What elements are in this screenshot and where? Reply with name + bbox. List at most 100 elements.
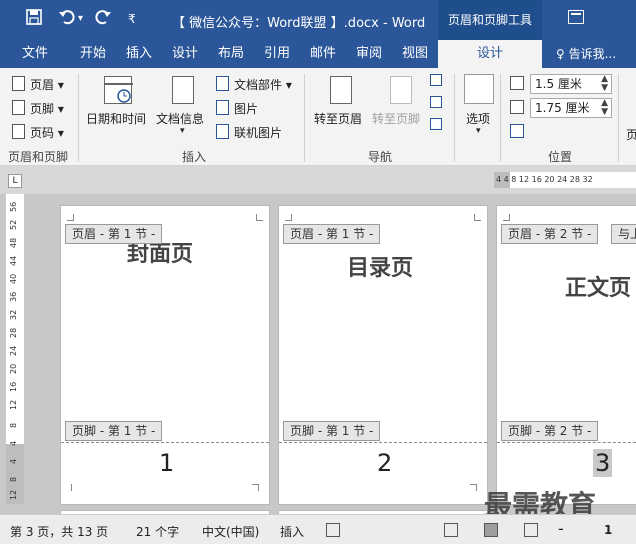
footer-boundary (497, 442, 636, 443)
ribbon: 页眉 ▾ 页脚 ▾ 页码 ▾ 页眉和页脚 日期和时间 文档信息 ▾ 文档部件 ▾… (0, 68, 636, 166)
undo-dropdown-icon[interactable]: ▾ (78, 13, 83, 24)
page-number-selected[interactable]: 3 (593, 449, 613, 477)
zoom-out-button[interactable]: - (558, 519, 564, 538)
header-button[interactable]: 页眉 ▾ (30, 76, 64, 93)
tab-references[interactable]: 引用 (264, 40, 290, 68)
tab-layout[interactable]: 布局 (218, 40, 244, 68)
read-mode-icon[interactable] (444, 523, 458, 537)
ruler-tick-label: 36 (9, 291, 18, 302)
next-icon[interactable] (430, 96, 442, 108)
header-icon (12, 76, 25, 91)
horizontal-ruler[interactable]: 4 4 8 12 16 20 24 28 32 (494, 172, 636, 188)
page-number-button[interactable]: 页码 ▾ (30, 124, 64, 141)
page-count[interactable]: 第 3 页，共 13 页 (10, 523, 108, 540)
save-icon[interactable] (26, 9, 42, 29)
zoom-slider-partial[interactable]: 1 (604, 523, 612, 537)
ruler-tick-label: 12 (9, 489, 18, 500)
footer-icon (12, 100, 25, 115)
spin-arrows-icon[interactable]: ▲ ▼ (601, 99, 608, 117)
macro-record-icon[interactable] (326, 523, 340, 537)
footer-from-bottom-field[interactable]: 1.75 厘米 ▲ ▼ (530, 98, 612, 118)
ruler-tick-label: 32 (9, 309, 18, 320)
goto-footer-button[interactable]: 转至页脚 (372, 110, 420, 127)
tab-view[interactable]: 视图 (402, 40, 428, 68)
spin-arrows-icon[interactable]: ▲ ▼ (601, 75, 608, 93)
page-number-icon (12, 124, 25, 139)
link-to-previous-icon[interactable] (430, 118, 442, 130)
group-separator (304, 74, 305, 162)
group-insert-label: 插入 (182, 150, 207, 164)
date-time-button[interactable]: 日期和时间 (86, 110, 146, 127)
quick-parts-button[interactable]: 文档部件 ▾ (234, 76, 292, 93)
status-bar: 第 3 页，共 13 页 21 个字 中文(中国) 插入 - 1 (0, 514, 636, 544)
ruler-tick-label: 4 (9, 458, 18, 464)
ruler-tick-label: 12 (9, 399, 18, 410)
ruler-tick-label: 8 (9, 476, 18, 482)
insert-mode[interactable]: 插入 (280, 523, 304, 540)
goto-header-icon (330, 76, 352, 104)
header-section-tag: 页眉 - 第 1 节 - (283, 224, 381, 244)
redo-icon[interactable] (94, 9, 112, 29)
goto-footer-icon (390, 76, 412, 104)
vertical-ruler[interactable]: 56 52 48 44 40 36 32 28 24 20 16 12 8 4 … (6, 194, 24, 504)
header-from-top-value: 1.5 厘米 (535, 77, 582, 91)
title-bar: ▾ ₹ 【 微信公众号：Word联盟 】.docx - Word 页眉和页脚工具 (0, 0, 636, 40)
word-count[interactable]: 21 个字 (136, 523, 179, 540)
calendar-icon (104, 76, 133, 104)
ruler-tick-label: 48 (9, 237, 18, 248)
footer-section-tag: 页脚 - 第 1 节 - (65, 421, 163, 441)
ribbon-display-icon[interactable] (568, 10, 584, 24)
page-2[interactable]: 目录页 页眉 - 第 1 节 - 页脚 - 第 1 节 - 2 (278, 205, 488, 505)
ribbon-tabs: 文件 开始 插入 设计 布局 引用 邮件 审阅 视图 设计 ♀ 告诉我... (0, 40, 636, 68)
tab-design[interactable]: 设计 (172, 40, 198, 68)
page-number[interactable]: 2 (377, 449, 392, 477)
page-title: 正文页 (565, 276, 632, 301)
goto-header-button[interactable]: 转至页眉 (314, 110, 362, 127)
document-info-dropdown-icon[interactable]: ▾ (180, 126, 185, 136)
language[interactable]: 中文(中国) (202, 523, 259, 540)
crop-mark (71, 484, 78, 491)
footer-button[interactable]: 页脚 ▾ (30, 100, 64, 117)
window-title: 【 微信公众号：Word联盟 】.docx - Word (172, 16, 426, 31)
footer-boundary (279, 442, 487, 443)
footer-from-bottom-value: 1.75 厘米 (535, 101, 590, 115)
ruler-tick-label: 56 (9, 201, 18, 212)
undo-icon[interactable] (58, 9, 76, 29)
page-3[interactable]: 正文页 页眉 - 第 2 节 - 与上 页脚 - 第 2 节 - 3 (496, 205, 636, 505)
footer-section-tag: 页脚 - 第 1 节 - (283, 421, 381, 441)
previous-icon[interactable] (430, 74, 442, 86)
page-number[interactable]: 1 (159, 449, 174, 477)
group-navigation-label: 导航 (368, 150, 393, 164)
tab-mailings[interactable]: 邮件 (310, 40, 336, 68)
footer-section-tag: 页脚 - 第 2 节 - (501, 421, 599, 441)
crop-mark (252, 484, 259, 491)
options-icon (464, 74, 494, 104)
tell-me-box[interactable]: ♀ 告诉我... (556, 40, 616, 68)
group-separator (454, 74, 455, 162)
tab-review[interactable]: 审阅 (356, 40, 382, 68)
ruler-tick-label: 4 (9, 440, 18, 446)
options-button[interactable]: 选项 (466, 110, 490, 127)
document-info-button[interactable]: 文档信息 (156, 110, 204, 127)
document-info-icon (172, 76, 194, 104)
web-layout-icon[interactable] (524, 523, 538, 537)
tab-header-footer-design[interactable]: 设计 (438, 40, 542, 68)
ruler-tick-label: 24 (9, 345, 18, 356)
tab-insert[interactable]: 插入 (126, 40, 152, 68)
page-1[interactable]: 封面页 页眉 - 第 1 节 - 页脚 - 第 1 节 - 1 (60, 205, 270, 505)
options-dropdown-icon[interactable]: ▾ (476, 126, 481, 136)
print-layout-icon[interactable] (484, 523, 498, 537)
footer-from-bottom-icon (510, 100, 524, 114)
crop-mark (256, 214, 263, 221)
online-pictures-button[interactable]: 联机图片 (234, 124, 282, 141)
tab-selector[interactable]: L (8, 174, 22, 188)
insert-alignment-tab-icon[interactable] (510, 124, 524, 138)
tab-home[interactable]: 开始 (80, 40, 106, 68)
footer-boundary (61, 442, 269, 443)
page-title: 目录页 (347, 256, 414, 281)
tab-file[interactable]: 文件 (22, 40, 48, 68)
customize-icon[interactable]: ₹ (128, 12, 136, 26)
same-as-previous-tag: 与上 (611, 224, 636, 244)
header-from-top-field[interactable]: 1.5 厘米 ▲ ▼ (530, 74, 612, 94)
pictures-button[interactable]: 图片 (234, 100, 258, 117)
